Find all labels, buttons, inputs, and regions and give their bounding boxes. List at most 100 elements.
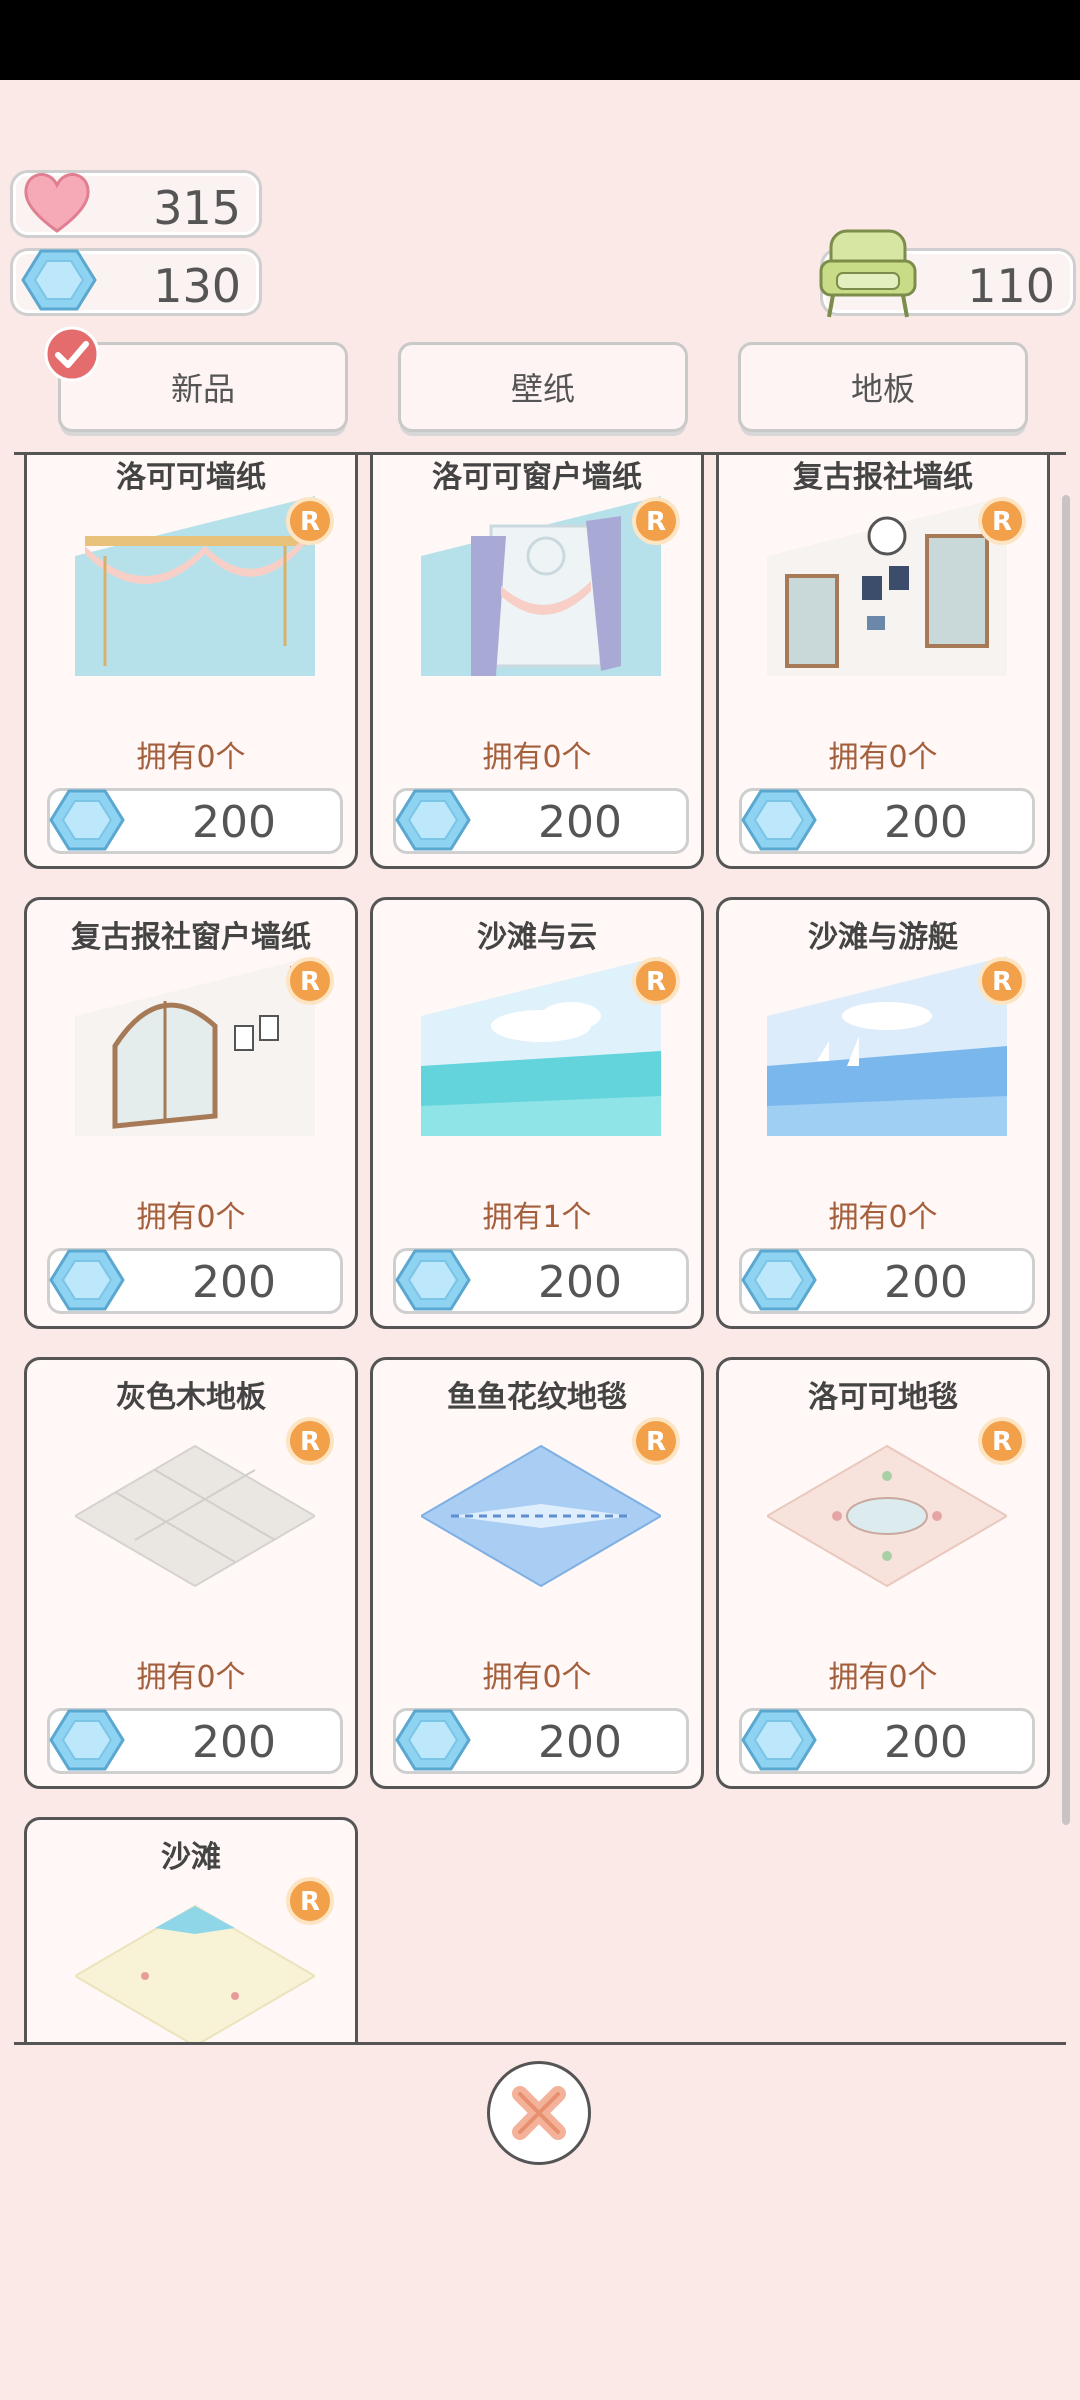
item-title: 沙滩与云	[477, 920, 597, 955]
svg-text:R: R	[300, 507, 320, 537]
gem-icon	[738, 1705, 820, 1779]
item-card[interactable]: 洛可可墙纸 R 拥有0个 200	[24, 455, 358, 869]
rare-badge-icon: R	[631, 496, 681, 550]
item-card[interactable]: 沙滩与游艇 R 拥有0个 200	[716, 897, 1050, 1329]
item-title: 鱼鱼花纹地毯	[447, 1380, 627, 1415]
buy-button[interactable]: 200	[393, 1248, 689, 1314]
owned-count: 拥有0个	[482, 1660, 592, 1695]
price-value: 200	[192, 797, 276, 848]
item-title: 沙滩	[161, 1840, 221, 1875]
item-card[interactable]: 复古报社墙纸 R 拥有0个 200	[716, 455, 1050, 869]
svg-text:R: R	[646, 507, 666, 537]
item-list[interactable]: 洛可可墙纸 R 拥有0个 200 洛可可窗户墙纸 R 拥有0个 200 复古报社…	[0, 455, 1080, 2042]
price-value: 200	[884, 797, 968, 848]
buy-button[interactable]: 200	[47, 788, 343, 854]
beach-and-clouds-image	[421, 956, 661, 1136]
price-value: 200	[538, 1717, 622, 1768]
gem-icon	[46, 1705, 128, 1779]
svg-text:R: R	[646, 967, 666, 997]
owned-count: 拥有0个	[828, 740, 938, 775]
hearts-value: 315	[153, 181, 241, 235]
price-value: 200	[884, 1257, 968, 1308]
gem-icon	[392, 1245, 474, 1319]
gem-icon	[392, 785, 474, 859]
tab-wallpaper-label: 壁纸	[510, 370, 575, 408]
furniture-value: 110	[967, 259, 1055, 313]
rare-badge-icon: R	[285, 496, 335, 550]
tab-wallpaper[interactable]: 壁纸	[398, 342, 688, 432]
price-value: 200	[884, 1717, 968, 1768]
item-card[interactable]: 沙滩与云 R 拥有1个 200	[370, 897, 704, 1329]
svg-text:R: R	[300, 1427, 320, 1457]
retro-newspaper-wallpaper-image	[767, 496, 1007, 676]
fish-pattern-rug-image	[421, 1444, 661, 1588]
armchair-icon	[817, 223, 919, 327]
rare-badge-icon: R	[977, 1416, 1027, 1470]
buy-button[interactable]: 200	[393, 788, 689, 854]
owned-count: 拥有0个	[482, 740, 592, 775]
gem-icon	[738, 785, 820, 859]
rare-badge-icon: R	[977, 496, 1027, 550]
svg-text:R: R	[992, 1427, 1012, 1457]
item-card[interactable]: 灰色木地板 R 拥有0个 200	[24, 1357, 358, 1789]
svg-text:R: R	[992, 967, 1012, 997]
item-card[interactable]: 鱼鱼花纹地毯 R 拥有0个 200	[370, 1357, 704, 1789]
owned-count: 拥有0个	[136, 740, 246, 775]
tab-new[interactable]: 新品	[58, 342, 348, 432]
price-value: 200	[192, 1717, 276, 1768]
svg-text:R: R	[300, 1887, 320, 1917]
buy-button[interactable]: 200	[47, 1248, 343, 1314]
scrollbar[interactable]	[1062, 495, 1070, 1825]
rococo-wallpaper-image	[75, 496, 315, 676]
item-card[interactable]: 洛可可地毯 R 拥有0个 200	[716, 1357, 1050, 1789]
svg-text:R: R	[300, 967, 320, 997]
item-title: 复古报社窗户墙纸	[71, 920, 311, 955]
rare-badge-icon: R	[977, 956, 1027, 1010]
tab-floor-label: 地板	[850, 370, 915, 408]
buy-button[interactable]: 200	[393, 1708, 689, 1774]
tab-floor[interactable]: 地板	[738, 342, 1028, 432]
gem-icon	[392, 1705, 474, 1779]
furniture-counter: 110	[819, 229, 1076, 318]
gray-wood-floor-image	[75, 1444, 315, 1588]
owned-count: 拥有0个	[828, 1200, 938, 1235]
owned-count: 拥有0个	[136, 1200, 246, 1235]
checkmark-icon	[44, 326, 100, 386]
gems-counter: 130	[10, 248, 262, 316]
close-button[interactable]	[487, 2061, 591, 2165]
rare-badge-icon: R	[285, 1416, 335, 1470]
rare-badge-icon: R	[631, 956, 681, 1010]
hearts-counter: 315	[10, 170, 262, 238]
buy-button[interactable]: 200	[47, 1708, 343, 1774]
rare-badge-icon: R	[285, 956, 335, 1010]
svg-text:R: R	[992, 507, 1012, 537]
beach-floor-image	[75, 1904, 315, 2042]
price-value: 200	[192, 1257, 276, 1308]
gems-value: 130	[153, 259, 241, 313]
divider-bottom	[14, 2042, 1066, 2045]
item-title: 洛可可窗户墙纸	[432, 460, 642, 495]
owned-count: 拥有0个	[828, 1660, 938, 1695]
svg-text:R: R	[646, 1427, 666, 1457]
rare-badge-icon: R	[285, 1876, 335, 1930]
close-icon	[512, 2086, 566, 2140]
rococo-rug-image	[767, 1444, 1007, 1588]
tab-new-label: 新品	[170, 370, 235, 408]
gem-icon	[46, 785, 128, 859]
beach-and-yacht-image	[767, 956, 1007, 1136]
status-bar	[0, 0, 1080, 80]
item-card[interactable]: 复古报社窗户墙纸 R 拥有0个 200	[24, 897, 358, 1329]
item-card[interactable]: 沙滩 R	[24, 1817, 358, 2042]
buy-button[interactable]: 200	[739, 788, 1035, 854]
rare-badge-icon: R	[631, 1416, 681, 1470]
item-title: 灰色木地板	[116, 1380, 266, 1415]
price-value: 200	[538, 797, 622, 848]
item-title: 洛可可地毯	[808, 1380, 958, 1415]
gem-icon	[46, 1245, 128, 1319]
buy-button[interactable]: 200	[739, 1248, 1035, 1314]
gem-icon	[19, 245, 99, 319]
item-card[interactable]: 洛可可窗户墙纸 R 拥有0个 200	[370, 455, 704, 869]
owned-count: 拥有0个	[136, 1660, 246, 1695]
heart-icon	[19, 167, 95, 241]
buy-button[interactable]: 200	[739, 1708, 1035, 1774]
